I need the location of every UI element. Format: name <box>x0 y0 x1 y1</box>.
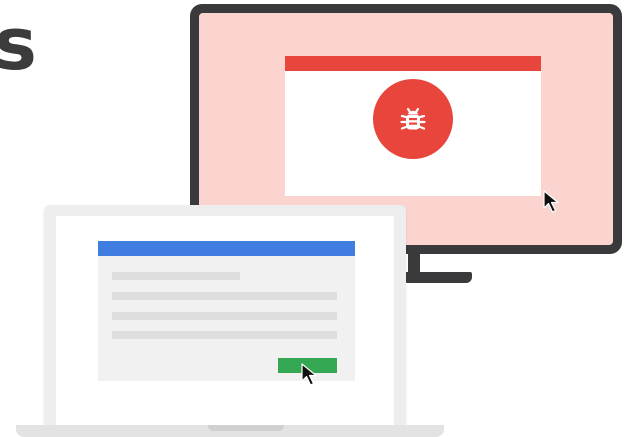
placeholder-line <box>112 312 337 320</box>
mouse-pointer-icon <box>543 190 559 213</box>
monitor-window-titlebar <box>285 56 541 71</box>
laptop-lid <box>44 205 406 425</box>
placeholder-line <box>112 331 337 339</box>
placeholder-line <box>112 292 337 300</box>
heading-fragment: s <box>0 2 37 86</box>
laptop-app-window <box>98 241 355 381</box>
mouse-pointer-icon <box>301 363 317 386</box>
bug-error-badge <box>373 79 453 159</box>
laptop-base <box>16 425 444 437</box>
monitor-app-window <box>285 56 541 196</box>
monitor-stand-foot <box>402 272 472 283</box>
bug-icon <box>400 107 426 130</box>
laptop-base-notch <box>208 425 284 431</box>
laptop-screen <box>56 216 394 425</box>
laptop-window-titlebar <box>98 241 355 256</box>
placeholder-line <box>112 272 240 280</box>
